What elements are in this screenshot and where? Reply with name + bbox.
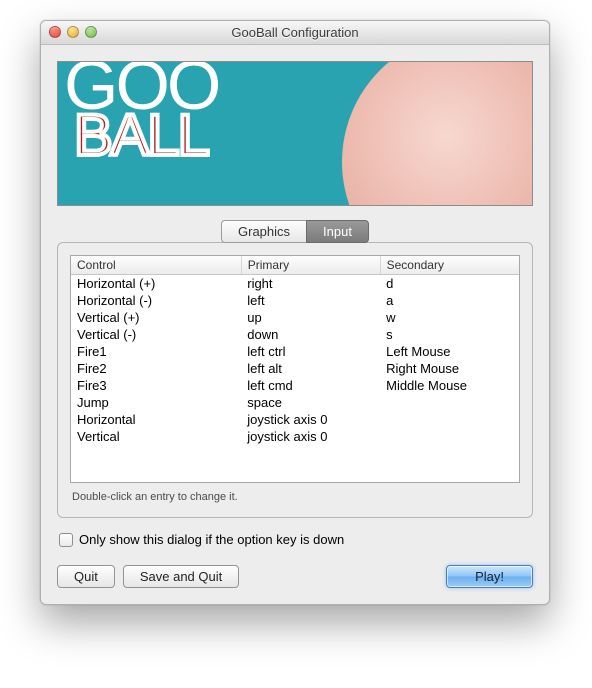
cell-primary[interactable]: joystick axis 0	[241, 411, 380, 428]
cell-primary[interactable]: joystick axis 0	[241, 428, 380, 445]
cell-control[interactable]: Horizontal (-)	[71, 292, 241, 309]
cell-primary[interactable]: down	[241, 326, 380, 343]
cell-control[interactable]: Fire1	[71, 343, 241, 360]
cell-control[interactable]: Fire2	[71, 360, 241, 377]
col-header-secondary[interactable]: Secondary	[380, 256, 519, 275]
cell-secondary[interactable]: a	[380, 292, 519, 309]
only-show-if-option-label: Only show this dialog if the option key …	[79, 532, 344, 547]
quit-button[interactable]: Quit	[57, 565, 115, 588]
cell-secondary[interactable]: Right Mouse	[380, 360, 519, 377]
cell-secondary[interactable]	[380, 411, 519, 428]
bindings-table-wrap: Control Primary Secondary Horizontal (+)…	[70, 255, 520, 483]
cell-primary[interactable]: left ctrl	[241, 343, 380, 360]
cell-control[interactable]: Jump	[71, 394, 241, 411]
play-button[interactable]: Play!	[446, 565, 533, 588]
table-row[interactable]: Horizontal (-)lefta	[71, 292, 519, 309]
cell-primary[interactable]: up	[241, 309, 380, 326]
cell-control[interactable]: Vertical (+)	[71, 309, 241, 326]
cell-control[interactable]: Fire3	[71, 377, 241, 394]
banner-image: GOO BALL	[57, 61, 533, 206]
table-row[interactable]: Fire2left altRight Mouse	[71, 360, 519, 377]
tab-bar: Graphics Input	[57, 220, 533, 243]
titlebar: GooBall Configuration	[41, 21, 549, 45]
input-pane: Control Primary Secondary Horizontal (+)…	[57, 242, 533, 518]
only-show-if-option-checkbox[interactable]	[59, 533, 73, 547]
banner-graphic	[342, 61, 533, 206]
save-and-quit-button[interactable]: Save and Quit	[123, 565, 239, 588]
cell-secondary[interactable]: Left Mouse	[380, 343, 519, 360]
table-row[interactable]: Fire1left ctrlLeft Mouse	[71, 343, 519, 360]
table-row[interactable]: Vertical (-)downs	[71, 326, 519, 343]
cell-control[interactable]: Horizontal (+)	[71, 275, 241, 293]
table-row[interactable]: Horizontal (+)rightd	[71, 275, 519, 293]
table-row[interactable]: Horizontaljoystick axis 0	[71, 411, 519, 428]
cell-primary[interactable]: left	[241, 292, 380, 309]
traffic-lights	[49, 26, 97, 38]
table-row[interactable]: Vertical (+)upw	[71, 309, 519, 326]
window-body: GOO BALL Graphics Input Control Primary	[41, 45, 549, 604]
zoom-icon[interactable]	[85, 26, 97, 38]
cell-primary[interactable]: right	[241, 275, 380, 293]
cell-control[interactable]: Vertical	[71, 428, 241, 445]
window-title: GooBall Configuration	[231, 25, 358, 40]
banner-logo-line2: BALL	[74, 113, 218, 158]
button-row: Quit Save and Quit Play!	[57, 565, 533, 588]
table-row[interactable]: Verticaljoystick axis 0	[71, 428, 519, 445]
table-row[interactable]: Jumpspace	[71, 394, 519, 411]
minimize-icon[interactable]	[67, 26, 79, 38]
tab-input[interactable]: Input	[306, 220, 369, 243]
tab-graphics[interactable]: Graphics	[221, 220, 306, 243]
banner-logo: GOO BALL	[64, 61, 218, 158]
cell-primary[interactable]: space	[241, 394, 380, 411]
cell-secondary[interactable]	[380, 394, 519, 411]
only-show-if-option-row[interactable]: Only show this dialog if the option key …	[59, 532, 531, 547]
col-header-primary[interactable]: Primary	[241, 256, 380, 275]
cell-secondary[interactable]: Middle Mouse	[380, 377, 519, 394]
cell-primary[interactable]: left alt	[241, 360, 380, 377]
bindings-table[interactable]: Control Primary Secondary Horizontal (+)…	[71, 256, 519, 445]
col-header-control[interactable]: Control	[71, 256, 241, 275]
cell-secondary[interactable]: d	[380, 275, 519, 293]
cell-secondary[interactable]: s	[380, 326, 519, 343]
cell-secondary[interactable]: w	[380, 309, 519, 326]
cell-control[interactable]: Horizontal	[71, 411, 241, 428]
cell-primary[interactable]: left cmd	[241, 377, 380, 394]
cell-secondary[interactable]	[380, 428, 519, 445]
cell-control[interactable]: Vertical (-)	[71, 326, 241, 343]
hint-text: Double-click an entry to change it.	[72, 491, 518, 503]
close-icon[interactable]	[49, 26, 61, 38]
config-window: GooBall Configuration GOO BALL Graphics …	[40, 20, 550, 605]
table-row[interactable]: Fire3left cmdMiddle Mouse	[71, 377, 519, 394]
